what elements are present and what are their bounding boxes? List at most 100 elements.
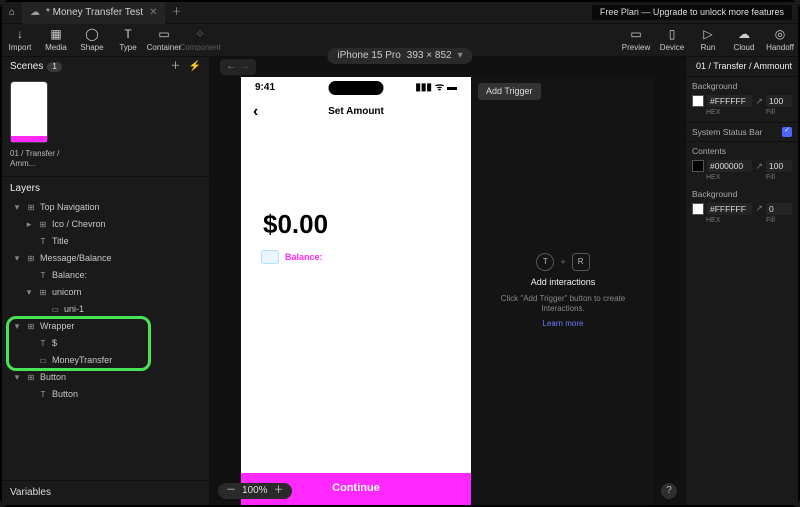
tool-type[interactable]: TType (110, 27, 146, 53)
layer-type-icon: T (38, 271, 48, 281)
disclosure-arrow-icon[interactable]: ▸ (24, 219, 34, 230)
component-icon: ✧ (195, 27, 205, 41)
layer-type-icon: ▭ (50, 305, 60, 315)
bg-fill-field[interactable]: 100 (766, 95, 792, 107)
layer-type-icon: ⊞ (26, 373, 36, 383)
handoff-icon: ◎ (775, 27, 785, 41)
help-button[interactable]: ? (661, 483, 677, 499)
tool-device[interactable]: ▯Device (654, 27, 690, 53)
disclosure-arrow-icon[interactable]: ▾ (12, 202, 22, 213)
document-tab[interactable]: ☁ * Money Transfer Test ✕ (22, 2, 165, 24)
cloud-icon: ☁ (738, 27, 750, 41)
balance-label: Balance: (285, 252, 323, 263)
device-selector[interactable]: iPhone 15 Pro 393 × 852 ▾ (327, 48, 472, 64)
plus-icon: + (560, 257, 565, 268)
fill-sublabel: Fill (766, 174, 792, 182)
tool-cloud[interactable]: ☁Cloud (726, 27, 762, 53)
layer-node[interactable]: ▭ uni-1 (2, 301, 209, 318)
layer-type-icon: T (38, 339, 48, 349)
back-chevron-icon[interactable]: ‹ (253, 102, 258, 121)
hex-sublabel: HEX (706, 109, 763, 117)
link-icon[interactable]: ↗ (755, 96, 763, 107)
disclosure-arrow-icon[interactable]: ▾ (24, 287, 34, 298)
layer-type-icon: ⊞ (38, 288, 48, 298)
layer-label: Button (52, 389, 78, 400)
interaction-chips: T + R (536, 253, 589, 271)
layer-type-icon: ⊞ (38, 220, 48, 230)
bg2-hex-field[interactable]: #FFFFFF (707, 203, 752, 215)
notch (329, 81, 384, 95)
canvas-phone[interactable]: 9:41 ▮▮▮ ᯤ ▬ ‹ Set Amount $0.00 Balance: (241, 77, 471, 505)
add-trigger-button[interactable]: Add Trigger (478, 83, 541, 100)
response-chip[interactable]: R (572, 253, 590, 271)
contents-swatch[interactable] (692, 160, 704, 172)
layer-label: Message/Balance (40, 253, 112, 264)
disclosure-arrow-icon[interactable]: ▾ (12, 253, 22, 264)
bg2-swatch[interactable] (692, 203, 704, 215)
device-icon: ▯ (669, 27, 676, 41)
history-nav[interactable]: ← → (220, 59, 256, 75)
zoom-in-icon[interactable]: ＋ (274, 485, 284, 497)
layer-node[interactable]: TButton (2, 386, 209, 403)
contents-hex-field[interactable]: #000000 (707, 160, 752, 172)
bg-hex-field[interactable]: #FFFFFF (707, 95, 752, 107)
scene-thumbnail[interactable] (10, 81, 48, 143)
media-icon: ▦ (50, 27, 61, 41)
tool-container[interactable]: ▭Container (146, 27, 182, 53)
tool-import[interactable]: ↓Import (2, 27, 38, 53)
tool-handoff[interactable]: ◎Handoff (762, 27, 798, 53)
zoom-out-icon[interactable]: － (226, 485, 236, 497)
interactions-sub: Click "Add Trigger" button to create Int… (472, 294, 654, 313)
type-icon: T (124, 27, 131, 41)
layer-node[interactable]: ▭MoneyTransfer (2, 352, 209, 369)
trigger-chip[interactable]: T (536, 253, 554, 271)
layer-node[interactable]: T$ (2, 335, 209, 352)
tool-media[interactable]: ▦Media (38, 27, 74, 53)
run-icon: ▷ (703, 27, 712, 41)
bg-swatch[interactable] (692, 95, 704, 107)
bg2-fill-field[interactable]: 0 (766, 203, 792, 215)
layer-node[interactable]: ▾⊞Message/Balance (2, 250, 209, 267)
variables-section[interactable]: Variables (2, 480, 209, 505)
add-scene-icon[interactable]: ＋ (171, 61, 181, 73)
disclosure-arrow-icon[interactable]: ▾ (12, 321, 22, 332)
upgrade-banner[interactable]: Free Plan — Upgrade to unlock more featu… (592, 5, 792, 20)
home-icon[interactable]: ⌂ (2, 7, 22, 19)
bg2-label: Background (692, 189, 792, 199)
link-icon[interactable]: ↗ (755, 203, 763, 214)
fwd-arrow-icon[interactable]: → (240, 61, 250, 73)
tool-preview[interactable]: ▭Preview (618, 27, 654, 53)
layer-label: uni-1 (64, 304, 84, 315)
layer-node[interactable]: ▸⊞Ico / Chevron (2, 216, 209, 233)
close-tab-icon[interactable]: ✕ (149, 7, 157, 19)
auto-animate-icon[interactable]: ⚡ (189, 61, 201, 73)
zoom-value: 100% (242, 485, 268, 497)
interactions-title: Add interactions (531, 277, 596, 288)
new-tab-button[interactable]: ＋ (165, 7, 187, 19)
layer-node[interactable]: TTitle (2, 233, 209, 250)
layer-node[interactable]: T Balance: (2, 267, 209, 284)
link-icon[interactable]: ↗ (755, 161, 763, 172)
layer-node[interactable]: ▾⊞Top Navigation (2, 199, 209, 216)
scenes-title: Scenes (10, 61, 43, 73)
contents-fill-field[interactable]: 100 (766, 160, 792, 172)
layer-node[interactable]: ▾⊞Wrapper (2, 318, 209, 335)
cloud-icon: ☁ (30, 7, 40, 19)
layer-node[interactable]: ▾⊞unicorn (2, 284, 209, 301)
layer-tree[interactable]: ▾⊞Top Navigation▸⊞Ico / ChevronTTitle▾⊞M… (2, 199, 209, 480)
back-arrow-icon[interactable]: ← (226, 61, 236, 73)
tool-component[interactable]: ✧Component (182, 27, 218, 53)
zoom-control[interactable]: － 100% ＋ (218, 483, 292, 499)
layer-label: Balance: (52, 270, 87, 281)
layers-title: Layers (10, 183, 40, 195)
fill-sublabel: Fill (766, 109, 792, 117)
layer-label: MoneyTransfer (52, 355, 112, 366)
layer-node[interactable]: ▾⊞Button (2, 369, 209, 386)
layer-label: Title (52, 236, 69, 247)
tool-run[interactable]: ▷Run (690, 27, 726, 53)
statusbar-checkbox[interactable]: ✓ (782, 127, 792, 137)
tool-shape[interactable]: ◯Shape (74, 27, 110, 53)
hex-sublabel: HEX (706, 217, 763, 225)
disclosure-arrow-icon[interactable]: ▾ (12, 372, 22, 383)
learn-more-link[interactable]: Learn more (543, 319, 584, 329)
